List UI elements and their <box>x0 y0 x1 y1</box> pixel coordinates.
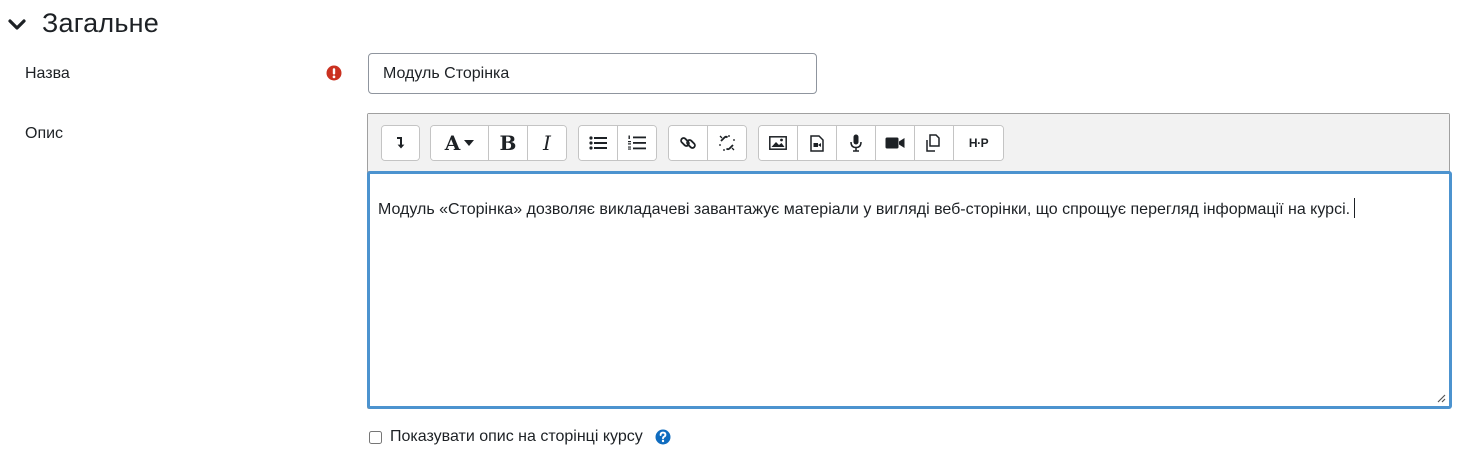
show-description-label[interactable]: Показувати опис на сторінці курсу <box>390 428 643 446</box>
h5p-button[interactable]: H·P <box>954 126 1003 160</box>
description-text: Модуль «Сторінка» дозволяє викладачеві з… <box>378 201 1351 218</box>
description-content-area[interactable]: Модуль «Сторінка» дозволяє викладачеві з… <box>367 171 1452 409</box>
unordered-list-icon <box>589 136 607 150</box>
section-title: Загальне <box>42 8 159 38</box>
ordered-list-button[interactable] <box>618 126 656 160</box>
text-caret <box>1354 198 1356 218</box>
ordered-list-icon <box>628 135 646 150</box>
media-icon <box>810 134 824 152</box>
italic-icon: I <box>543 131 551 155</box>
toggle-toolbar-icon <box>396 137 404 149</box>
toolbar-group-toggle <box>381 125 420 161</box>
description-label: Опис <box>25 125 64 142</box>
bold-icon: B <box>499 131 517 155</box>
image-icon <box>769 136 787 150</box>
show-description-row: Показувати опис на сторінці курсу <box>369 428 671 446</box>
record-audio-icon <box>850 134 862 152</box>
chevron-down-icon[interactable] <box>6 13 28 35</box>
show-description-checkbox[interactable] <box>369 430 382 444</box>
name-input[interactable] <box>368 53 817 94</box>
name-label: Назва <box>25 65 70 82</box>
manage-files-icon <box>926 134 940 152</box>
unlink-button[interactable] <box>708 126 746 160</box>
bold-button[interactable]: B <box>489 126 528 160</box>
editor-toolbar: A B I H·P <box>368 114 1449 172</box>
record-audio-button[interactable] <box>837 126 876 160</box>
font-style-button[interactable]: A <box>431 126 489 160</box>
toolbar-group-links <box>668 125 747 161</box>
unordered-list-button[interactable] <box>579 126 618 160</box>
link-button[interactable] <box>669 126 708 160</box>
h5p-icon: H·P <box>968 136 989 150</box>
image-button[interactable] <box>759 126 798 160</box>
link-icon <box>680 137 696 149</box>
toolbar-group-media: H·P <box>758 125 1004 161</box>
question-circle-icon[interactable] <box>655 429 671 445</box>
description-editor: A B I H·P Модуль «Сторінка» дозволяє вик… <box>367 113 1452 409</box>
caret-down-icon <box>464 140 475 146</box>
resize-handle-icon[interactable] <box>1436 393 1446 403</box>
unlink-icon <box>719 135 735 151</box>
italic-button[interactable]: I <box>528 126 566 160</box>
font-style-icon: A <box>444 131 461 155</box>
manage-files-button[interactable] <box>915 126 954 160</box>
record-video-button[interactable] <box>876 126 915 160</box>
media-button[interactable] <box>798 126 837 160</box>
section-header[interactable]: Загальне <box>6 8 159 39</box>
record-video-icon <box>885 137 905 149</box>
toggle-toolbar-button[interactable] <box>382 126 419 160</box>
required-icon <box>326 65 342 81</box>
toolbar-group-lists <box>578 125 657 161</box>
toolbar-group-style: A B I <box>430 125 567 161</box>
